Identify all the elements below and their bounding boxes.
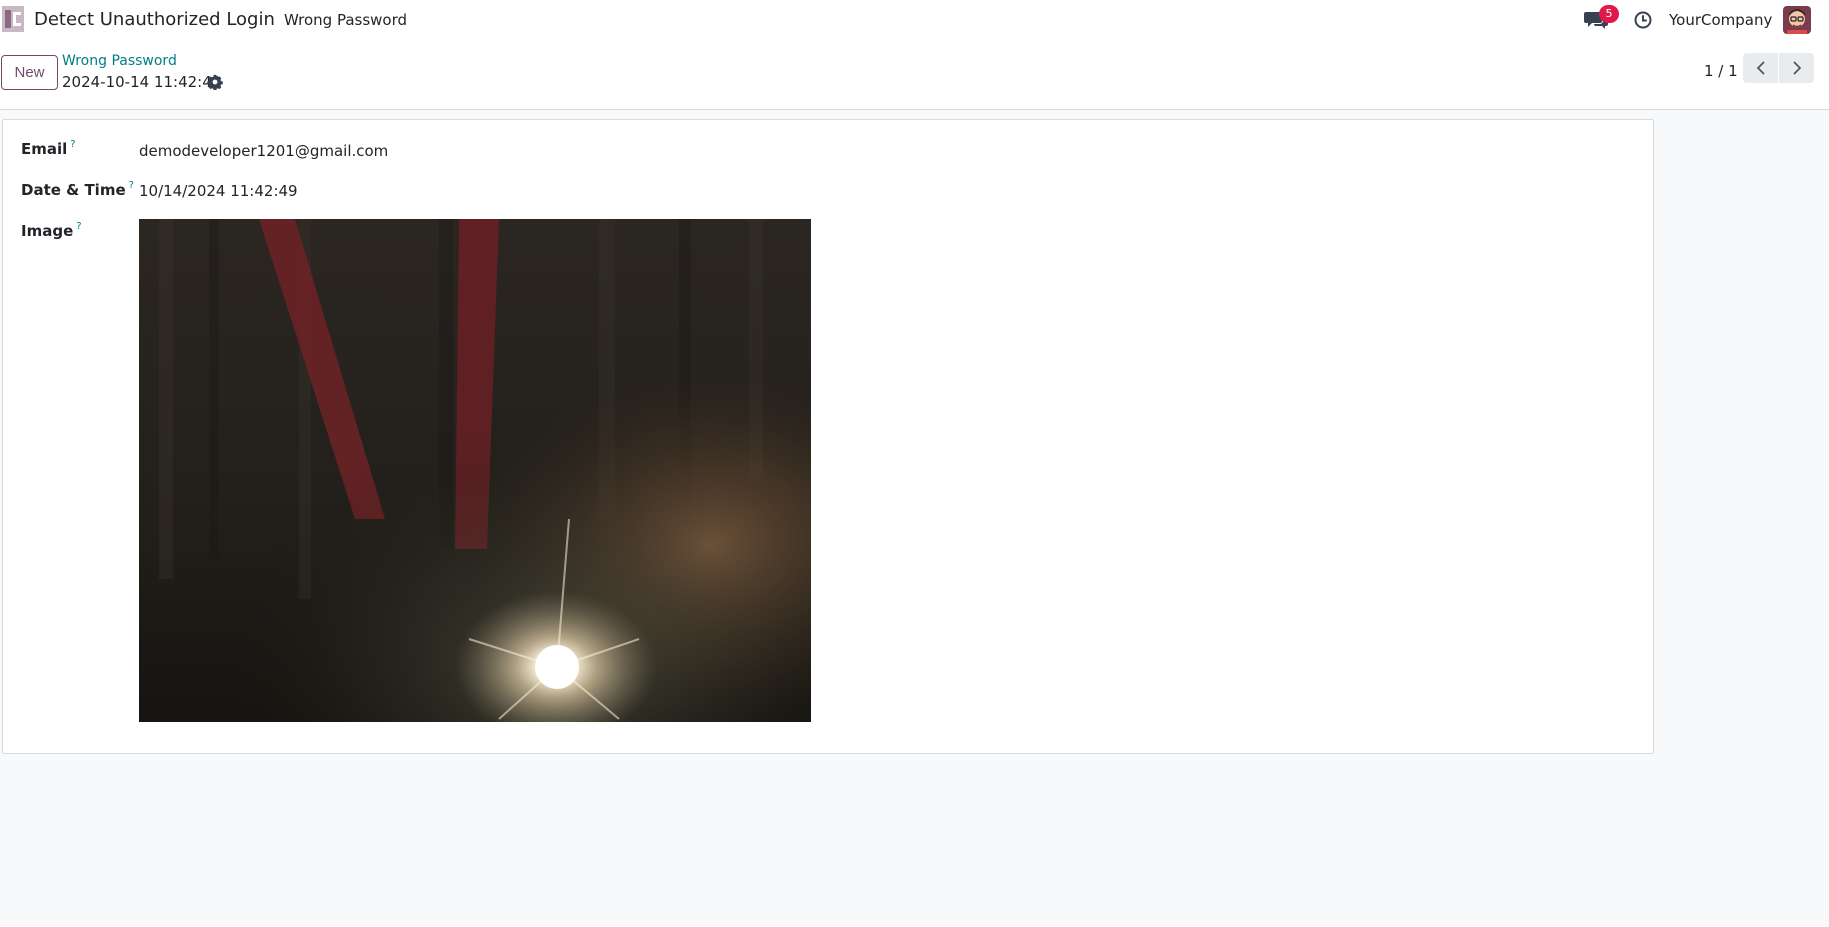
captured-image[interactable] — [139, 219, 811, 722]
gear-icon[interactable] — [207, 74, 223, 91]
record-title: 2024-10-14 11:42:49 — [62, 73, 222, 91]
menu-item-wrong-password[interactable]: Wrong Password — [284, 11, 407, 29]
control-panel: New Wrong Password 2024-10-14 11:42:49 1… — [0, 40, 1829, 110]
email-value: demodeveloper1201@gmail.com — [139, 142, 389, 160]
email-label-text: Email — [21, 140, 68, 158]
datetime-label-text: Date & Time — [21, 181, 126, 199]
avatar[interactable] — [1783, 6, 1811, 34]
chevron-right-icon — [1792, 61, 1801, 75]
chevron-left-icon — [1756, 61, 1765, 75]
image-label-text: Image — [21, 222, 74, 240]
form-sheet: Email? demodeveloper1201@gmail.com Date … — [2, 119, 1654, 754]
email-help-tooltip[interactable]: ? — [70, 139, 75, 150]
datetime-label: Date & Time? — [21, 180, 134, 199]
messages-count-badge: 5 — [1599, 5, 1619, 23]
app-title[interactable]: Detect Unauthorized Login — [34, 9, 275, 30]
pager-value[interactable]: 1 / 1 — [1704, 62, 1738, 80]
breadcrumb[interactable]: Wrong Password — [62, 53, 177, 69]
clock-icon[interactable] — [1633, 10, 1653, 30]
pager-previous-button[interactable] — [1743, 53, 1778, 83]
top-navbar: Detect Unauthorized Login Wrong Password… — [0, 0, 1829, 40]
image-help-tooltip[interactable]: ? — [76, 221, 81, 232]
image-label: Image? — [21, 221, 82, 240]
pager-next-button[interactable] — [1779, 53, 1814, 83]
new-button[interactable]: New — [1, 55, 58, 90]
company-switcher[interactable]: YourCompany — [1669, 11, 1772, 29]
app-icon[interactable] — [2, 6, 24, 32]
datetime-value: 10/14/2024 11:42:49 — [139, 182, 298, 200]
datetime-help-tooltip[interactable]: ? — [129, 180, 134, 191]
email-label: Email? — [21, 139, 76, 158]
